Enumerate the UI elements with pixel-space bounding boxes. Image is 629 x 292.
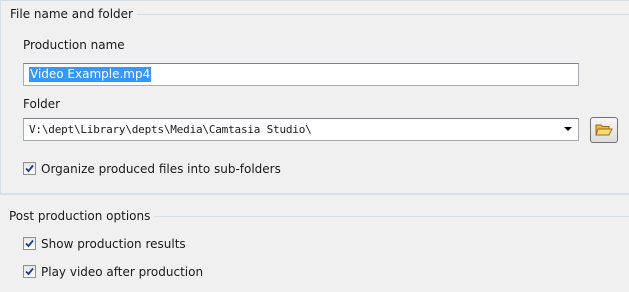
show-results-checkbox[interactable] [23,237,36,250]
dropdown-arrow-icon[interactable] [564,127,572,131]
open-folder-icon [595,124,613,136]
organize-subfolders-label: Organize produced files into sub-folders [41,162,281,176]
folder-combobox[interactable]: V:\dept\Library\depts\Media\Camtasia Stu… [23,118,579,141]
production-name-label: Production name [23,38,125,52]
checkmark-icon [25,164,34,173]
show-results-option[interactable]: Show production results [23,236,273,252]
production-name-input[interactable]: Video Example.mp4 [23,63,579,86]
organize-subfolders-checkbox[interactable] [23,162,36,175]
folder-path-value: V:\dept\Library\depts\Media\Camtasia Stu… [29,123,312,136]
organize-subfolders-option[interactable]: Organize produced files into sub-folders [23,161,323,177]
checkmark-icon [25,239,34,248]
play-video-checkbox[interactable] [23,265,36,278]
checkmark-icon [25,267,34,276]
production-name-selected-text: Video Example.mp4 [29,67,152,82]
play-video-label: Play video after production [41,265,204,279]
show-results-label: Show production results [41,237,186,251]
browse-folder-button[interactable] [590,117,618,143]
post-group-title: Post production options [9,209,155,223]
file-group-title: File name and folder [10,7,137,21]
play-video-option[interactable]: Play video after production [23,264,273,280]
folder-label: Folder [23,97,61,111]
